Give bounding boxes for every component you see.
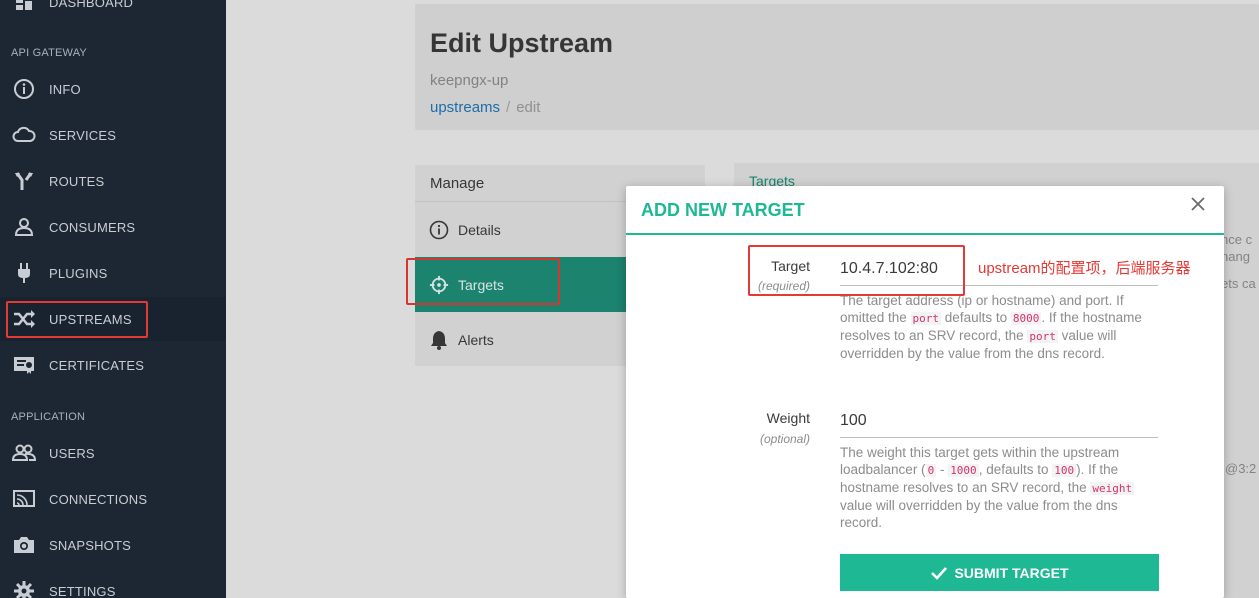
plug-icon xyxy=(12,261,36,285)
sidebar-item-services[interactable]: SERVICES xyxy=(0,113,226,157)
sidebar-item-label: INFO xyxy=(49,81,81,97)
sidebar-item-users[interactable]: USERS xyxy=(0,431,226,475)
section-application: APPLICATION xyxy=(11,411,86,423)
sidebar-item-label: SERVICES xyxy=(49,127,117,143)
sidebar-item-label: CONSUMERS xyxy=(49,219,136,235)
certificate-icon xyxy=(12,353,36,377)
weight-label: Weight xyxy=(766,410,810,426)
modal-title: ADD NEW TARGET xyxy=(641,200,805,220)
submit-target-label: SUBMIT TARGET xyxy=(954,564,1069,581)
user-icon xyxy=(12,215,36,239)
modal-divider xyxy=(626,233,1224,235)
annotation-note: upstream的配置项，后端服务器 xyxy=(978,260,1191,277)
sidebar-item-label: USERS xyxy=(49,445,95,461)
sidebar-item-label: PLUGINS xyxy=(49,265,108,281)
sidebar: DASHBOARD API GATEWAY INFO SERVICES ROUT… xyxy=(0,0,226,598)
sidebar-item-info[interactable]: INFO xyxy=(0,67,226,111)
dashboard-icon xyxy=(12,0,36,14)
weight-optional-note: (optional) xyxy=(759,432,810,446)
weight-input[interactable] xyxy=(840,404,1158,438)
info-icon xyxy=(12,77,36,101)
highlight-target-field xyxy=(748,245,965,296)
sidebar-item-connections[interactable]: CONNECTIONS xyxy=(0,477,226,521)
users-icon xyxy=(12,441,36,465)
sidebar-item-label: ROUTES xyxy=(49,173,105,189)
routes-icon xyxy=(12,169,36,193)
sidebar-item-dashboard[interactable]: DASHBOARD xyxy=(0,0,226,24)
sidebar-item-label: SETTINGS xyxy=(49,583,116,598)
check-icon xyxy=(931,566,948,580)
sidebar-item-routes[interactable]: ROUTES xyxy=(0,159,226,203)
weight-help-text: The weight this target gets within the u… xyxy=(840,445,1135,530)
camera-icon xyxy=(12,533,36,557)
sidebar-item-label: CERTIFICATES xyxy=(49,357,145,373)
close-icon[interactable] xyxy=(1188,194,1208,214)
connections-icon xyxy=(12,487,36,511)
sidebar-item-plugins[interactable]: PLUGINS xyxy=(0,251,226,295)
target-help-text: The target address (ip or hostname) and … xyxy=(840,293,1142,361)
sidebar-item-consumers[interactable]: CONSUMERS xyxy=(0,205,226,249)
highlight-upstreams xyxy=(6,301,148,338)
sidebar-item-snapshots[interactable]: SNAPSHOTS xyxy=(0,523,226,567)
section-api-gateway: API GATEWAY xyxy=(11,47,87,59)
gear-icon xyxy=(12,579,36,598)
submit-target-button[interactable]: SUBMIT TARGET xyxy=(840,554,1159,591)
sidebar-item-certificates[interactable]: CERTIFICATES xyxy=(0,343,226,387)
cloud-icon xyxy=(12,123,36,147)
sidebar-item-label: CONNECTIONS xyxy=(49,491,148,507)
sidebar-item-label: DASHBOARD xyxy=(49,0,134,10)
sidebar-item-label: SNAPSHOTS xyxy=(49,537,131,553)
sidebar-item-settings[interactable]: SETTINGS xyxy=(0,569,226,598)
